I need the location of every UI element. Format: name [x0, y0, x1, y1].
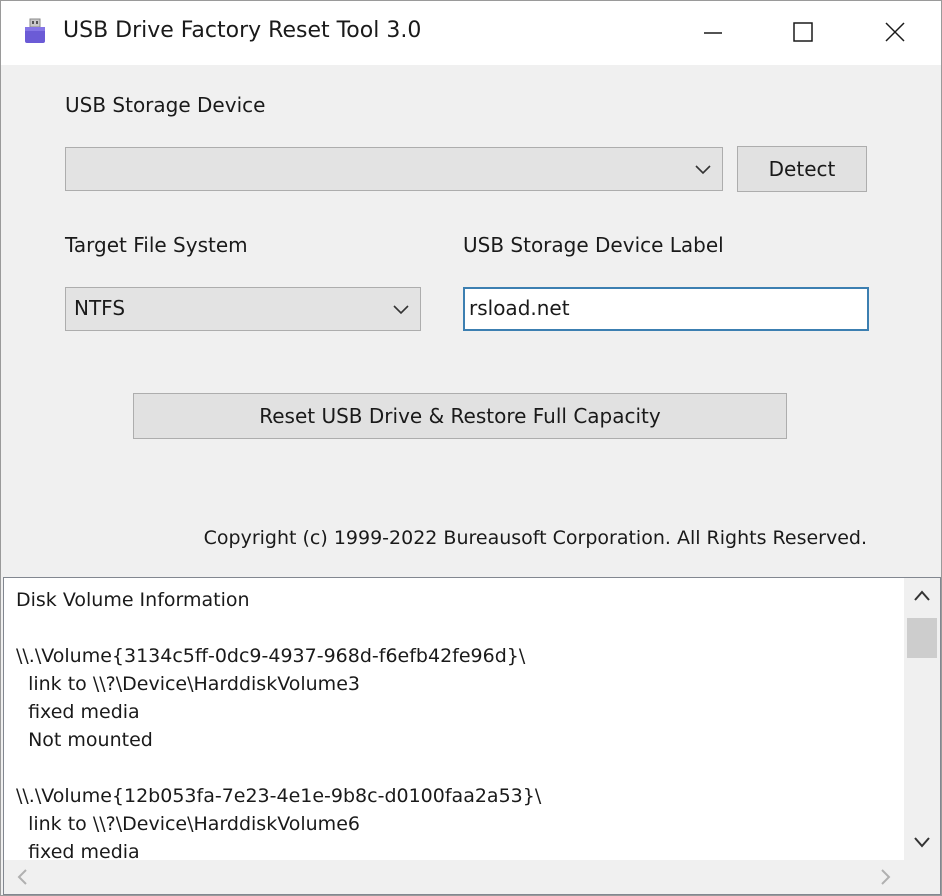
chevron-down-icon: [695, 165, 711, 175]
volume-label-label: USB Storage Device Label: [463, 233, 724, 257]
volume-label-input[interactable]: rsload.net: [463, 287, 869, 331]
close-button[interactable]: [849, 1, 941, 65]
volume-label-value: rsload.net: [469, 296, 570, 320]
chevron-down-icon: [393, 305, 409, 315]
vertical-scroll-thumb[interactable]: [907, 618, 937, 658]
copyright-text: Copyright (c) 1999-2022 Bureausoft Corpo…: [203, 527, 867, 549]
device-label: USB Storage Device: [65, 93, 266, 117]
vertical-scrollbar[interactable]: [904, 578, 940, 860]
info-line: fixed media: [16, 701, 140, 723]
info-line: Not mounted: [16, 729, 153, 751]
info-line: \\.\Volume{3134c5ff-0dc9-4937-968d-f6efb…: [16, 645, 526, 667]
scroll-right-icon[interactable]: [868, 860, 904, 894]
usb-drive-icon: [21, 17, 49, 45]
info-line: [16, 754, 541, 782]
scroll-left-icon[interactable]: [4, 860, 40, 894]
info-line: [16, 614, 541, 642]
filesystem-select-value: NTFS: [74, 296, 126, 320]
detect-button[interactable]: Detect: [737, 146, 867, 192]
info-line: \\.\Volume{12b053fa-7e23-4e1e-9b8c-d0100…: [16, 785, 542, 807]
scroll-down-icon[interactable]: [904, 824, 940, 860]
window-title: USB Drive Factory Reset Tool 3.0: [63, 18, 422, 43]
title-bar[interactable]: USB Drive Factory Reset Tool 3.0: [1, 1, 941, 65]
info-text: Disk Volume Information \\.\Volume{3134c…: [16, 586, 541, 866]
info-line: link to \\?\Device\HarddiskVolume3: [16, 673, 360, 695]
maximize-button[interactable]: [757, 1, 849, 65]
minimize-button[interactable]: [667, 1, 759, 65]
disk-volume-info[interactable]: Disk Volume Information \\.\Volume{3134c…: [3, 577, 941, 895]
scrollbar-corner: [904, 860, 940, 894]
minimize-icon: [704, 32, 722, 34]
horizontal-scrollbar[interactable]: [4, 860, 904, 894]
filesystem-select[interactable]: NTFS: [65, 287, 421, 331]
device-select[interactable]: [65, 147, 723, 191]
filesystem-label: Target File System: [65, 233, 248, 257]
info-line: Disk Volume Information: [16, 589, 250, 611]
close-icon: [885, 22, 905, 42]
scroll-up-icon[interactable]: [904, 578, 940, 614]
app-window: USB Drive Factory Reset Tool 3.0 USB Sto…: [0, 0, 942, 896]
reset-button[interactable]: Reset USB Drive & Restore Full Capacity: [133, 393, 787, 439]
info-line: link to \\?\Device\HarddiskVolume6: [16, 813, 360, 835]
maximize-icon: [793, 22, 813, 42]
